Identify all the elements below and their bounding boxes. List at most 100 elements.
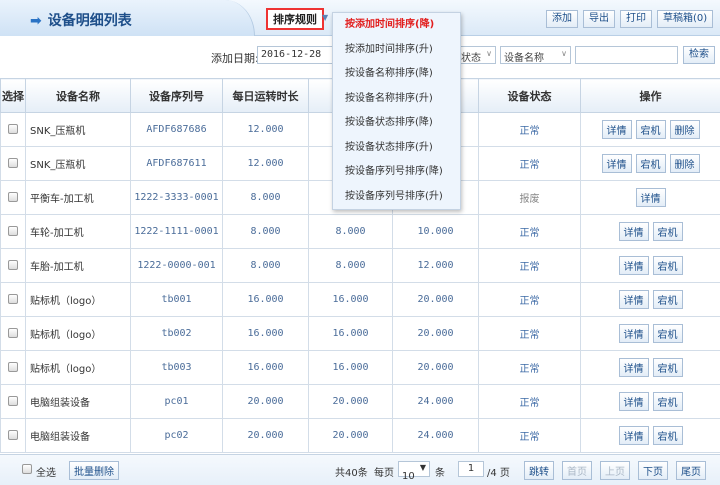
- select-all-label: 全选: [36, 468, 56, 479]
- date-label: 添加日期:: [211, 52, 259, 65]
- downtime-button[interactable]: 宕机: [652, 290, 683, 309]
- daily-runtime: 16.000: [222, 350, 309, 385]
- select-all-checkbox[interactable]: [22, 464, 32, 474]
- per-page-select[interactable]: 10 ▼: [398, 461, 430, 482]
- sort-option[interactable]: 按设备状态排序(升): [333, 136, 460, 161]
- downtime-button[interactable]: 宕机: [652, 324, 683, 343]
- row-checkbox[interactable]: [8, 124, 18, 134]
- details-button[interactable]: 详情: [635, 188, 666, 207]
- sort-option[interactable]: 按设备序列号排序(降): [333, 160, 460, 185]
- hidden-column-value: 20.000: [392, 282, 479, 317]
- daily-runtime: 16.000: [222, 282, 309, 317]
- select-cell: [0, 146, 26, 181]
- delete-button[interactable]: 删除: [669, 120, 700, 139]
- hidden-column-value: 10.000: [392, 214, 479, 249]
- row-checkbox[interactable]: [8, 362, 18, 372]
- select-cell: [0, 282, 26, 317]
- page-title: ➡ 设备明细列表: [30, 10, 132, 30]
- first-page-button[interactable]: 首页: [562, 461, 592, 480]
- details-button[interactable]: 详情: [618, 290, 649, 309]
- rated-value: 20.000: [308, 384, 393, 419]
- field-select[interactable]: 设备名称 ∨: [500, 46, 571, 64]
- chevron-down-icon: ∨: [561, 49, 567, 58]
- print-button[interactable]: 打印: [620, 10, 652, 28]
- daily-runtime: 8.000: [222, 248, 309, 283]
- select-cell: [0, 180, 26, 215]
- downtime-button[interactable]: 宕机: [635, 154, 666, 173]
- status-text: 正常: [478, 350, 581, 385]
- rated-value: 8.000: [308, 214, 393, 249]
- sort-option[interactable]: 按设备序列号排序(升): [333, 185, 460, 210]
- sort-option[interactable]: 按设备名称排序(升): [333, 87, 460, 112]
- select-cell: [0, 384, 26, 419]
- details-button[interactable]: 详情: [618, 256, 649, 275]
- sort-rule-button[interactable]: 排序规则: [266, 8, 324, 30]
- serial-number: AFDF687611: [130, 146, 223, 181]
- downtime-button[interactable]: 宕机: [652, 222, 683, 241]
- details-button[interactable]: 详情: [618, 358, 649, 377]
- table-row: 贴标机（logo） tb001 16.000 16.000 20.000 正常 详情 宕机: [0, 282, 720, 317]
- status-text: 正常: [478, 112, 581, 147]
- page-total: /4 页: [487, 468, 510, 479]
- downtime-button[interactable]: 宕机: [652, 358, 683, 377]
- hidden-column-value: 24.000: [392, 418, 479, 453]
- page-input[interactable]: 1: [458, 461, 484, 477]
- row-checkbox[interactable]: [8, 192, 18, 202]
- actions-cell: 详情 宕机 删除: [580, 146, 720, 181]
- serial-number: 1222-3333-0001: [130, 180, 223, 215]
- downtime-button[interactable]: 宕机: [635, 120, 666, 139]
- hidden-column-value: 20.000: [392, 316, 479, 351]
- daily-runtime: 8.000: [222, 180, 309, 215]
- hidden-column-value: 12.000: [392, 248, 479, 283]
- batch-delete-button[interactable]: 批量删除: [69, 461, 119, 480]
- rated-value: 16.000: [308, 282, 393, 317]
- per-page-value: 10: [402, 471, 415, 482]
- sort-option[interactable]: 按设备状态排序(降): [333, 111, 460, 136]
- status-select-value: 状态: [461, 53, 481, 64]
- column-header: 设备名称: [25, 78, 131, 113]
- details-button[interactable]: 详情: [601, 120, 632, 139]
- sort-option[interactable]: 按添加时间排序(降): [333, 13, 460, 38]
- export-button[interactable]: 导出: [583, 10, 615, 28]
- last-page-button[interactable]: 尾页: [676, 461, 706, 480]
- pagination-footer: 全选 批量删除 共40条 每页 10 ▼ 条 1 /4 页 跳转 首页 上页 下页…: [0, 454, 720, 485]
- keyword-input[interactable]: [575, 46, 678, 64]
- row-checkbox[interactable]: [8, 396, 18, 406]
- details-button[interactable]: 详情: [618, 426, 649, 445]
- details-button[interactable]: 详情: [618, 392, 649, 411]
- equipment-name: 车胎-加工机: [25, 248, 131, 283]
- table-row: 贴标机（logo） tb002 16.000 16.000 20.000 正常 详情 宕机: [0, 316, 720, 351]
- add-button[interactable]: 添加: [546, 10, 578, 28]
- status-text: 报废: [478, 180, 581, 215]
- actions-cell: 详情 宕机: [580, 282, 720, 317]
- status-text: 正常: [478, 316, 581, 351]
- sort-option[interactable]: 按添加时间排序(升): [333, 38, 460, 63]
- downtime-button[interactable]: 宕机: [652, 426, 683, 445]
- details-button[interactable]: 详情: [618, 222, 649, 241]
- details-button[interactable]: 详情: [601, 154, 632, 173]
- actions-cell: 详情: [580, 180, 720, 215]
- row-checkbox[interactable]: [8, 260, 18, 270]
- row-checkbox[interactable]: [8, 226, 18, 236]
- daily-runtime: 12.000: [222, 146, 309, 181]
- table-row: 车胎-加工机 1222-0000-001 8.000 8.000 12.000 正常 详情宕…: [0, 248, 720, 283]
- drafts-button[interactable]: 草稿箱(0): [657, 10, 714, 28]
- row-checkbox[interactable]: [8, 158, 18, 168]
- search-button[interactable]: 检索: [683, 46, 715, 64]
- details-button[interactable]: 详情: [618, 324, 649, 343]
- jump-button[interactable]: 跳转: [524, 461, 554, 480]
- daily-runtime: 8.000: [222, 214, 309, 249]
- daily-runtime: 20.000: [222, 418, 309, 453]
- row-checkbox[interactable]: [8, 430, 18, 440]
- serial-number: pc02: [130, 418, 223, 453]
- chevron-down-icon: ∨: [486, 49, 492, 58]
- daily-runtime: 16.000: [222, 316, 309, 351]
- downtime-button[interactable]: 宕机: [652, 256, 683, 275]
- prev-page-button[interactable]: 上页: [600, 461, 630, 480]
- row-checkbox[interactable]: [8, 328, 18, 338]
- downtime-button[interactable]: 宕机: [652, 392, 683, 411]
- row-checkbox[interactable]: [8, 294, 18, 304]
- next-page-button[interactable]: 下页: [638, 461, 668, 480]
- delete-button[interactable]: 删除: [669, 154, 700, 173]
- sort-option[interactable]: 按设备名称排序(降): [333, 62, 460, 87]
